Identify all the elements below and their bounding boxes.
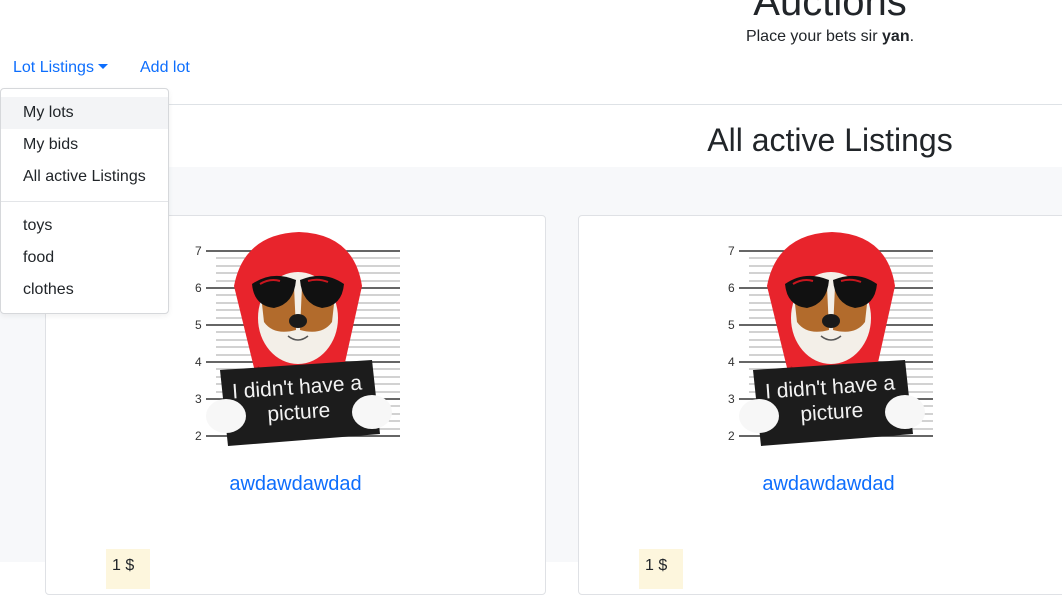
mugshot-dog-picture: 7 6 5 4 3 2 I didn't have a picture [727, 226, 933, 451]
menu-item-my-lots[interactable]: My lots [1, 97, 168, 129]
menu-divider [1, 201, 168, 202]
menu-item-category-toys[interactable]: toys [1, 210, 168, 242]
menu-item-category-clothes[interactable]: clothes [1, 274, 168, 306]
listing-title-link[interactable]: awdawdawdad [579, 472, 1062, 496]
listing-card: 7 6 5 4 3 2 I didn't have a picture awda… [578, 215, 1062, 595]
svg-text:7: 7 [728, 244, 735, 258]
svg-text:7: 7 [195, 244, 202, 258]
svg-text:2: 2 [728, 429, 735, 443]
svg-text:picture: picture [800, 399, 864, 426]
caret-down-icon [97, 64, 108, 69]
lot-listings-dropdown-menu: My lots My bids All active Listings toys… [0, 88, 169, 314]
menu-item-all-active-listings[interactable]: All active Listings [1, 161, 168, 193]
price-badge: 1 $ [106, 549, 150, 589]
username: yan [882, 28, 910, 45]
svg-text:5: 5 [728, 318, 735, 332]
svg-text:5: 5 [195, 318, 202, 332]
svg-text:3: 3 [195, 392, 202, 406]
lot-listings-label: Lot Listings [13, 59, 94, 76]
listing-image[interactable]: 7 6 5 4 3 2 I didn't have a picture [727, 226, 933, 451]
svg-text:6: 6 [195, 281, 202, 295]
site-title: Auctions [753, 0, 907, 24]
menu-item-category-food[interactable]: food [1, 242, 168, 274]
svg-text:2: 2 [195, 429, 202, 443]
price-badge: 1 $ [639, 549, 683, 589]
svg-text:3: 3 [728, 392, 735, 406]
svg-text:6: 6 [728, 281, 735, 295]
listing-image[interactable]: 7 6 5 4 3 2 I didn't have a picture [194, 226, 400, 451]
svg-text:4: 4 [728, 355, 735, 369]
tagline: Place your bets sir yan. [0, 27, 1062, 47]
tagline-text: Place your bets sir [745, 28, 883, 45]
listing-title-link[interactable]: awdawdawdad [46, 472, 545, 496]
svg-text:4: 4 [195, 355, 202, 369]
mugshot-dog-picture: 7 6 5 4 3 2 I didn't have a picture [194, 226, 400, 451]
add-lot-link[interactable]: Add lot [140, 58, 190, 78]
lot-listings-dropdown-toggle[interactable]: Lot Listings [13, 58, 108, 78]
menu-item-my-bids[interactable]: My bids [1, 129, 168, 161]
tagline-end: . [909, 28, 915, 45]
svg-text:picture: picture [267, 399, 331, 426]
